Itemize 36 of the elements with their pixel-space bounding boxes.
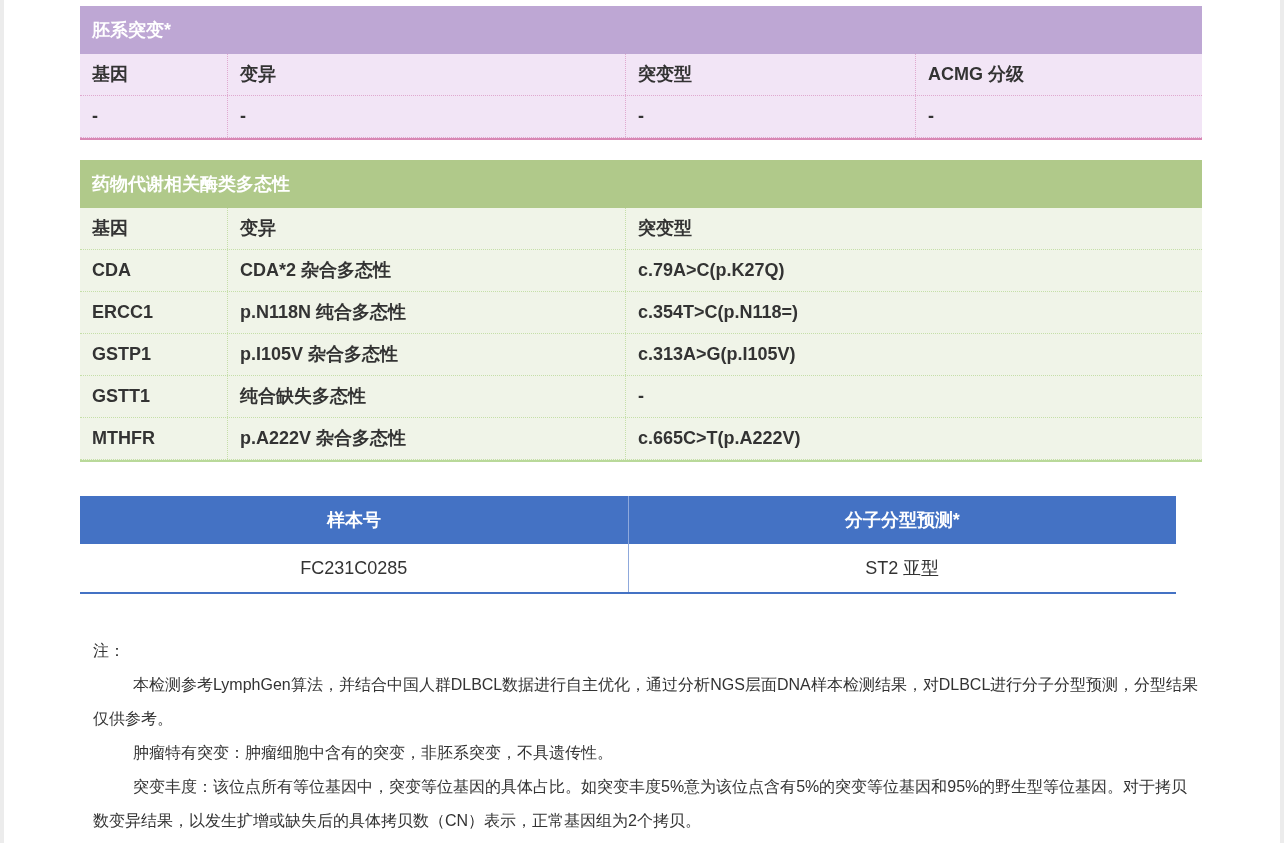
table-cell-text: c.79A>C(p.K27Q) bbox=[637, 259, 786, 282]
table-cell: - bbox=[228, 96, 626, 137]
column-header: 分子分型预测* bbox=[843, 508, 961, 532]
table-cell: CDA bbox=[80, 250, 228, 291]
note-paragraph: 本检测参考LymphGen算法，并结合中国人群DLBCL数据进行自主优化，通过分析NGS层面DNA样本检测结果，对DLBCL进行分子分型预测，分型结果仅供参考。 bbox=[93, 675, 1200, 729]
column-header: 样本号 bbox=[80, 496, 629, 544]
note-paragraph: 突变丰度：该位点所有等位基因中，突变等位基因的具体占比。如突变丰度5%意为该位点含有5%的突变等位基因和95%的野生型等位基因。对于拷贝数变异结果，以发生扩增或缺失后的具体拷贝数（CN）表示，正常基因组为2个拷贝。 bbox=[93, 777, 1189, 831]
table-cell-text: - bbox=[927, 105, 935, 128]
column-header: 突变型 bbox=[637, 217, 693, 240]
table-cell: p.A222V 杂合多态性 bbox=[228, 418, 626, 459]
table-cell: GSTT1 bbox=[80, 376, 228, 417]
table-cell-text: c.354T>C(p.N118=) bbox=[637, 301, 800, 324]
table-cell-text: c.313A>G(p.I105V) bbox=[637, 343, 797, 366]
column-header: 基因 bbox=[80, 54, 228, 95]
table-cell: - bbox=[80, 96, 228, 137]
table-cell: ERCC1 bbox=[80, 292, 228, 333]
column-header: 基因 bbox=[80, 208, 228, 249]
table-cell: CDA*2 杂合多态性 bbox=[228, 250, 626, 291]
column-header: 突变型 bbox=[626, 54, 916, 95]
note-paragraph: 肿瘤特有突变：肿瘤细胞中含有的突变，非胚系突变，不具遗传性。 bbox=[132, 743, 614, 763]
table-cell-text: c.665C>T(p.A222V) bbox=[637, 427, 802, 450]
table-cell: GSTP1 bbox=[80, 334, 228, 375]
table-cell: 纯合缺失多态性 bbox=[228, 376, 626, 417]
table-title-bar: 药物代谢相关酶类多态性 bbox=[80, 160, 1202, 208]
table-cell: - bbox=[626, 96, 916, 137]
column-header: ACMG 分级 bbox=[927, 63, 1025, 86]
table-cell: p.I105V 杂合多态性 bbox=[228, 334, 626, 375]
table-title-bar: 胚系突变* bbox=[80, 6, 1202, 54]
table-cell: MTHFR bbox=[80, 418, 228, 459]
column-header: 变异 bbox=[228, 208, 626, 249]
table-cell-text: - bbox=[637, 385, 645, 408]
table-cell-text: ST2 亚型 bbox=[864, 556, 941, 580]
column-header: 变异 bbox=[228, 54, 626, 95]
table-cell: FC231C0285 bbox=[80, 544, 629, 592]
table-cell: p.N118N 纯合多态性 bbox=[228, 292, 626, 333]
notes-label: 注： bbox=[93, 641, 126, 661]
